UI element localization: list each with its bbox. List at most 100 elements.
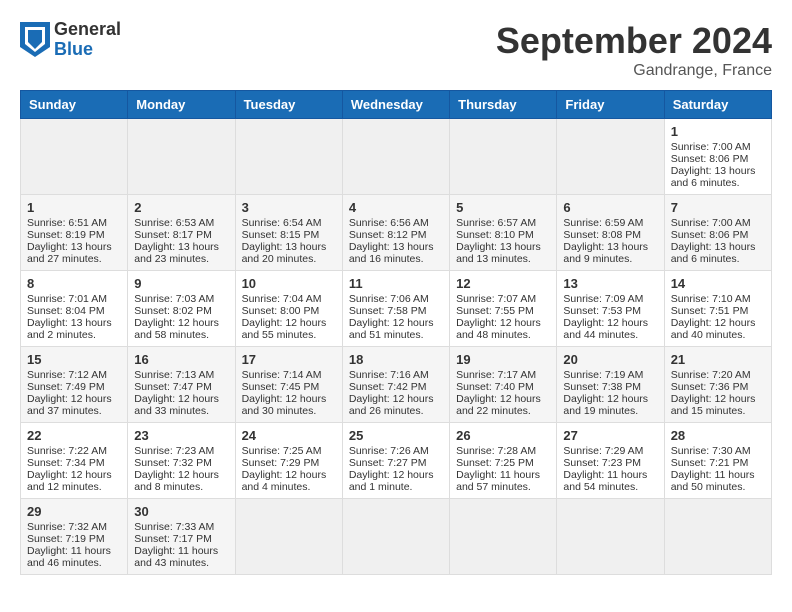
page-header: General Blue September 2024 Gandrange, F… [20,20,772,80]
daylight-text: Daylight: 13 hours and 9 minutes. [563,241,648,265]
calendar-cell: 15Sunrise: 7:12 AMSunset: 7:49 PMDayligh… [21,347,128,423]
daylight-text: Daylight: 13 hours and 2 minutes. [27,317,112,341]
sunset-text: Sunset: 7:45 PM [242,381,320,393]
daylight-text: Daylight: 13 hours and 13 minutes. [456,241,541,265]
day-number: 24 [242,428,336,443]
calendar-cell: 10Sunrise: 7:04 AMSunset: 8:00 PMDayligh… [235,271,342,347]
calendar-week-4: 15Sunrise: 7:12 AMSunset: 7:49 PMDayligh… [21,347,772,423]
column-header-friday: Friday [557,91,664,119]
column-header-tuesday: Tuesday [235,91,342,119]
calendar-cell: 7Sunrise: 7:00 AMSunset: 8:06 PMDaylight… [664,195,771,271]
daylight-text: Daylight: 13 hours and 6 minutes. [671,241,756,265]
day-number: 7 [671,200,765,215]
calendar-cell [450,499,557,575]
calendar-cell: 5Sunrise: 6:57 AMSunset: 8:10 PMDaylight… [450,195,557,271]
sunset-text: Sunset: 7:21 PM [671,457,749,469]
day-number: 3 [242,200,336,215]
day-number: 4 [349,200,443,215]
sunrise-text: Sunrise: 7:22 AM [27,445,107,457]
daylight-text: Daylight: 11 hours and 57 minutes. [456,469,540,493]
calendar-cell: 13Sunrise: 7:09 AMSunset: 7:53 PMDayligh… [557,271,664,347]
daylight-text: Daylight: 12 hours and 4 minutes. [242,469,327,493]
calendar-cell [342,119,449,195]
sunrise-text: Sunrise: 7:16 AM [349,369,429,381]
daylight-text: Daylight: 12 hours and 22 minutes. [456,393,541,417]
calendar-cell: 22Sunrise: 7:22 AMSunset: 7:34 PMDayligh… [21,423,128,499]
daylight-text: Daylight: 12 hours and 26 minutes. [349,393,434,417]
logo-general-text: General [54,20,121,40]
sunrise-text: Sunrise: 6:51 AM [27,217,107,229]
sunrise-text: Sunrise: 7:25 AM [242,445,322,457]
sunset-text: Sunset: 7:34 PM [27,457,105,469]
calendar-cell: 23Sunrise: 7:23 AMSunset: 7:32 PMDayligh… [128,423,235,499]
sunrise-text: Sunrise: 7:29 AM [563,445,643,457]
logo-icon [20,22,50,57]
day-number: 8 [27,276,121,291]
calendar-cell [235,499,342,575]
calendar-cell: 25Sunrise: 7:26 AMSunset: 7:27 PMDayligh… [342,423,449,499]
sunset-text: Sunset: 8:02 PM [134,305,212,317]
daylight-text: Daylight: 11 hours and 50 minutes. [671,469,755,493]
sunset-text: Sunset: 8:08 PM [563,229,641,241]
day-number: 6 [563,200,657,215]
column-header-thursday: Thursday [450,91,557,119]
logo: General Blue [20,20,121,60]
sunset-text: Sunset: 7:27 PM [349,457,427,469]
day-number: 12 [456,276,550,291]
daylight-text: Daylight: 13 hours and 20 minutes. [242,241,327,265]
calendar-cell [21,119,128,195]
day-number: 21 [671,352,765,367]
calendar-cell [664,499,771,575]
daylight-text: Daylight: 12 hours and 44 minutes. [563,317,648,341]
day-number: 26 [456,428,550,443]
day-number: 27 [563,428,657,443]
sunset-text: Sunset: 7:36 PM [671,381,749,393]
sunset-text: Sunset: 8:00 PM [242,305,320,317]
sunset-text: Sunset: 8:19 PM [27,229,105,241]
column-header-wednesday: Wednesday [342,91,449,119]
sunset-text: Sunset: 7:51 PM [671,305,749,317]
calendar-cell: 26Sunrise: 7:28 AMSunset: 7:25 PMDayligh… [450,423,557,499]
sunrise-text: Sunrise: 7:03 AM [134,293,214,305]
calendar-cell: 1Sunrise: 6:51 AMSunset: 8:19 PMDaylight… [21,195,128,271]
daylight-text: Daylight: 12 hours and 58 minutes. [134,317,219,341]
daylight-text: Daylight: 12 hours and 37 minutes. [27,393,112,417]
sunset-text: Sunset: 8:06 PM [671,229,749,241]
daylight-text: Daylight: 13 hours and 6 minutes. [671,165,756,189]
calendar-cell [128,119,235,195]
sunset-text: Sunset: 8:04 PM [27,305,105,317]
sunset-text: Sunset: 7:23 PM [563,457,641,469]
sunrise-text: Sunrise: 6:59 AM [563,217,643,229]
calendar-header-row: SundayMondayTuesdayWednesdayThursdayFrid… [21,91,772,119]
daylight-text: Daylight: 12 hours and 19 minutes. [563,393,648,417]
calendar-week-3: 8Sunrise: 7:01 AMSunset: 8:04 PMDaylight… [21,271,772,347]
sunrise-text: Sunrise: 7:04 AM [242,293,322,305]
sunset-text: Sunset: 7:32 PM [134,457,212,469]
calendar-cell: 14Sunrise: 7:10 AMSunset: 7:51 PMDayligh… [664,271,771,347]
column-header-sunday: Sunday [21,91,128,119]
daylight-text: Daylight: 12 hours and 30 minutes. [242,393,327,417]
day-number: 25 [349,428,443,443]
calendar-cell: 12Sunrise: 7:07 AMSunset: 7:55 PMDayligh… [450,271,557,347]
logo-text: General Blue [54,20,121,60]
calendar-cell: 27Sunrise: 7:29 AMSunset: 7:23 PMDayligh… [557,423,664,499]
daylight-text: Daylight: 12 hours and 51 minutes. [349,317,434,341]
day-number: 23 [134,428,228,443]
column-header-saturday: Saturday [664,91,771,119]
day-number: 18 [349,352,443,367]
sunset-text: Sunset: 7:55 PM [456,305,534,317]
sunset-text: Sunset: 8:17 PM [134,229,212,241]
calendar-week-6: 29Sunrise: 7:32 AMSunset: 7:19 PMDayligh… [21,499,772,575]
calendar-cell: 1Sunrise: 7:00 AMSunset: 8:06 PMDaylight… [664,119,771,195]
sunset-text: Sunset: 8:12 PM [349,229,427,241]
title-section: September 2024 Gandrange, France [496,20,772,80]
calendar-cell [557,119,664,195]
daylight-text: Daylight: 12 hours and 15 minutes. [671,393,756,417]
sunrise-text: Sunrise: 7:01 AM [27,293,107,305]
sunrise-text: Sunrise: 7:33 AM [134,521,214,533]
calendar-cell: 4Sunrise: 6:56 AMSunset: 8:12 PMDaylight… [342,195,449,271]
calendar-cell: 28Sunrise: 7:30 AMSunset: 7:21 PMDayligh… [664,423,771,499]
daylight-text: Daylight: 11 hours and 46 minutes. [27,545,111,569]
day-number: 10 [242,276,336,291]
day-number: 28 [671,428,765,443]
